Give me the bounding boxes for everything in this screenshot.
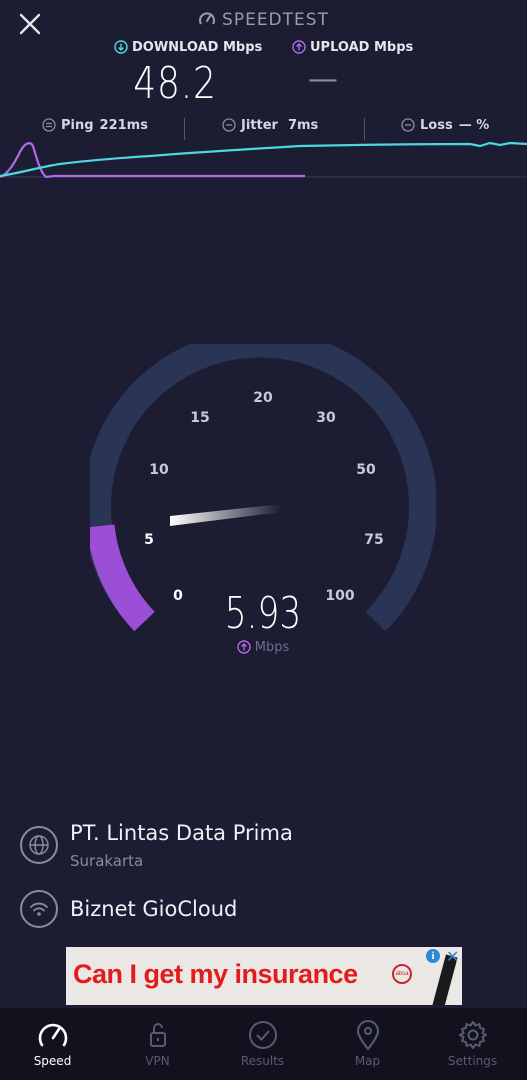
- gauge-tick-100: 100: [325, 588, 354, 604]
- gauge-tick-30: 30: [316, 410, 336, 426]
- gauge-fill: [90, 524, 155, 632]
- gear-icon: [459, 1021, 487, 1049]
- tab-label: Results: [240, 1054, 285, 1068]
- jitter-icon: [222, 118, 236, 132]
- wifi-icon: [20, 890, 58, 928]
- server-selector[interactable]: PT. Lintas Data Prima Surakarta: [20, 821, 500, 874]
- map-pin-icon: [356, 1020, 380, 1051]
- tab-label: Map: [354, 1054, 381, 1068]
- tab-settings[interactable]: Settings: [420, 1008, 525, 1080]
- tab-vpn[interactable]: VPN: [105, 1008, 210, 1080]
- upload-label: UPLOAD Mbps: [292, 40, 413, 55]
- gauge-tick-75: 75: [364, 532, 383, 548]
- server-provider: PT. Lintas Data Prima: [70, 821, 293, 845]
- globe-icon: [20, 826, 58, 864]
- upload-value: —: [308, 62, 338, 97]
- checkmark-icon: [249, 1021, 277, 1049]
- ad-headline: Can I get my insurance: [73, 959, 358, 989]
- gauge-needle: [170, 504, 282, 526]
- gauge-tick-0: 0: [173, 588, 183, 604]
- loss-stat: Loss — %: [401, 118, 489, 133]
- speedometer-icon: [38, 1023, 68, 1047]
- app-title: SPEEDTEST: [0, 10, 527, 30]
- ping-icon: [42, 118, 56, 132]
- app-title-text: SPEEDTEST: [222, 10, 329, 30]
- tab-label: Settings: [447, 1054, 498, 1068]
- download-label: DOWNLOAD Mbps: [114, 40, 262, 55]
- server-location: Surakarta: [70, 852, 144, 870]
- gauge-tick-10: 10: [149, 462, 169, 478]
- tab-label: Speed: [33, 1054, 72, 1068]
- tab-label: VPN: [145, 1054, 170, 1068]
- ad-banner[interactable]: Can I get my insurance absa i ✕: [66, 947, 462, 1005]
- gauge-tick-50: 50: [356, 462, 376, 478]
- speedometer-icon: [199, 12, 216, 25]
- tab-speed[interactable]: Speed: [0, 1008, 105, 1080]
- gauge-unit: Mbps: [200, 640, 326, 655]
- gauge-tick-15: 15: [190, 410, 209, 426]
- gauge-value: 5.93: [224, 588, 302, 639]
- upload-arrow-icon: [292, 40, 306, 54]
- network-name: Biznet GioCloud: [70, 897, 238, 921]
- bottom-tab-bar: Speed VPN Results Map Settings: [0, 1008, 527, 1080]
- jitter-stat: Jitter 7ms: [222, 118, 318, 133]
- download-graph-line: [0, 141, 527, 178]
- download-arrow-icon: [114, 40, 128, 54]
- gauge-tick-5: 5: [144, 532, 154, 548]
- tab-results[interactable]: Results: [210, 1008, 315, 1080]
- upload-arrow-icon: [237, 640, 251, 654]
- ad-close-icon[interactable]: ✕: [446, 947, 459, 966]
- gauge-track: [90, 344, 436, 632]
- gauge-tick-20: 20: [253, 390, 273, 406]
- ping-stat: Ping 221ms: [42, 118, 148, 133]
- ad-logo: absa: [392, 964, 412, 984]
- lock-icon: [150, 1023, 166, 1047]
- download-value: 48.2: [133, 58, 217, 109]
- speed-graph: [0, 141, 527, 179]
- tab-map[interactable]: Map: [315, 1008, 420, 1080]
- network-info: Biznet GioCloud: [20, 890, 500, 930]
- ad-info-icon[interactable]: i: [426, 949, 440, 963]
- loss-icon: [401, 118, 415, 132]
